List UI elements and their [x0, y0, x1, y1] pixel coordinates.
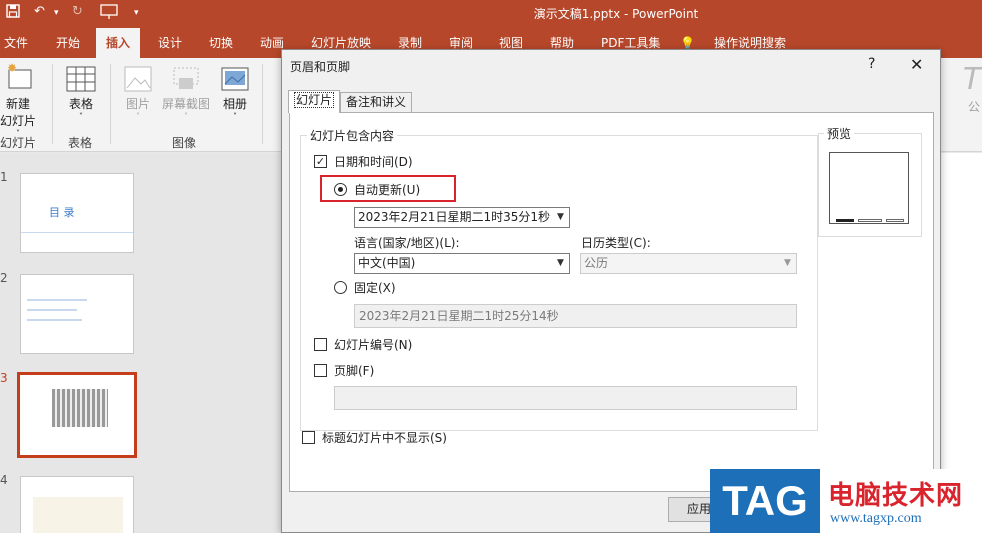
- slide-number: 1: [0, 170, 8, 184]
- date-time-checkbox[interactable]: ✓: [314, 155, 327, 168]
- slide-thumb-title: 目 录: [49, 206, 75, 219]
- tab-slide-label: 幻灯片: [294, 92, 335, 108]
- include-group-title: 幻灯片包含内容: [307, 127, 398, 144]
- help-icon[interactable]: ?: [868, 56, 875, 72]
- ribbon-separator: [52, 64, 53, 144]
- thumb-text-line: [27, 319, 82, 321]
- fixed-label: 固定(X): [354, 281, 396, 295]
- thumb-text-line: [27, 299, 87, 301]
- table-dropdown-icon: ˅: [79, 112, 83, 121]
- picture-button[interactable]: 图片 ˅: [120, 66, 156, 121]
- ribbon-separator: [262, 64, 263, 144]
- tab-design[interactable]: 设计: [148, 28, 192, 58]
- slide-thumbnail[interactable]: 目 录: [20, 173, 134, 253]
- watermark-url: www.tagxp.com: [830, 511, 922, 526]
- slide-number-checkbox[interactable]: [314, 338, 327, 351]
- slide-thumbnails-pane: 1 目 录 2 3 4: [0, 153, 160, 533]
- preview-slide: [829, 152, 909, 224]
- picture-label: 图片: [125, 97, 150, 111]
- tab-insert[interactable]: 插入: [96, 28, 141, 58]
- tab-notes-handouts[interactable]: 备注和讲义: [340, 92, 413, 112]
- album-dropdown-icon: ˅: [233, 112, 237, 121]
- header-footer-dialog: 页眉和页脚 ? ✕ 幻灯片 备注和讲义 幻灯片包含内容 ✓ 日期和时间(D) 自…: [281, 49, 941, 533]
- tab-file[interactable]: 文件: [0, 28, 38, 58]
- chevron-down-icon: ▼: [557, 212, 564, 222]
- preview-number-placeholder: [886, 219, 904, 222]
- auto-update-date-value: 2023年2月21日星期二1时35分1秒: [358, 210, 550, 224]
- new-slide-icon: ✸: [7, 61, 32, 89]
- watermark-logo: TAG: [710, 469, 820, 533]
- footer-checkbox[interactable]: [314, 364, 327, 377]
- watermark-site-name: 电脑技术网: [828, 481, 964, 511]
- slide-thumbnail-selected[interactable]: [17, 372, 137, 458]
- screenshot-button[interactable]: 屏幕截图 ˅: [160, 66, 212, 121]
- auto-update-date-select[interactable]: 2023年2月21日星期二1时35分1秒 ▼: [354, 207, 570, 228]
- new-slide-button[interactable]: ✸ 新建 幻灯片 ˅: [0, 61, 37, 138]
- calendar-type-value: 公历: [584, 256, 609, 270]
- language-select[interactable]: 中文(中国) ▼: [354, 253, 570, 274]
- group-label-images: 图像: [172, 136, 197, 150]
- thumb-image-block: [52, 389, 108, 427]
- calendar-type-select[interactable]: 公历 ▼: [580, 253, 797, 274]
- dialog-title: 页眉和页脚: [290, 60, 351, 74]
- equation-label: 公: [967, 100, 980, 114]
- language-value: 中文(中国): [358, 256, 416, 270]
- tab-home[interactable]: 开始: [46, 28, 90, 58]
- album-label: 相册: [222, 97, 247, 111]
- album-icon: [221, 67, 249, 91]
- watermark: TAG 电脑技术网 www.tagxp.com: [710, 469, 982, 533]
- footer-label: 页脚(F): [334, 364, 375, 378]
- picture-dropdown-icon: ˅: [136, 112, 140, 121]
- group-label-slides: 幻灯片: [0, 136, 37, 150]
- thumb-decor-line: [21, 232, 133, 238]
- chevron-down-icon: ▼: [784, 258, 791, 268]
- fixed-date-field[interactable]: 2023年2月21日星期二1时25分14秒: [354, 304, 797, 328]
- hide-on-title-slide-label: 标题幻灯片中不显示(S): [322, 431, 447, 445]
- table-icon: [66, 66, 96, 92]
- window-title: 演示文稿1.pptx - PowerPoint: [533, 7, 699, 21]
- table-button[interactable]: 表格 ˅: [62, 66, 100, 121]
- slide-number: 2: [0, 271, 8, 285]
- tab-transitions[interactable]: 切换: [199, 28, 243, 58]
- new-slide-label-2: 幻灯片: [0, 114, 37, 128]
- language-label: 语言(国家/地区)(L):: [354, 236, 460, 250]
- slide-number: 4: [0, 473, 8, 487]
- equation-icon[interactable]: T: [962, 62, 982, 97]
- preview-date-placeholder: [836, 219, 854, 222]
- screenshot-icon: [173, 67, 199, 89]
- calendar-type-label: 日历类型(C):: [581, 236, 651, 250]
- slide-number: 3: [0, 371, 8, 385]
- group-label-tables: 表格: [68, 136, 93, 150]
- slide-thumbnail[interactable]: [20, 476, 134, 533]
- fixed-radio[interactable]: [334, 281, 347, 294]
- thumb-chart-block: [33, 497, 123, 533]
- preview-footer-placeholder: [858, 219, 882, 222]
- close-icon[interactable]: ✕: [910, 55, 923, 74]
- date-time-label: 日期和时间(D): [334, 155, 413, 169]
- album-button[interactable]: 相册 ˅: [216, 66, 254, 121]
- new-slide-label-1: 新建: [5, 97, 30, 111]
- footer-text-field[interactable]: [334, 386, 797, 410]
- thumb-text-line: [27, 309, 77, 311]
- ribbon-separator: [110, 64, 111, 144]
- screenshot-label: 屏幕截图: [161, 97, 210, 111]
- table-label: 表格: [68, 97, 93, 111]
- auto-update-highlight: [320, 175, 456, 202]
- slide-thumbnail[interactable]: [20, 274, 134, 354]
- title-bar: ↶ ▾ ↻ ▾ 演示文稿1.pptx - PowerPoint: [0, 0, 982, 28]
- svg-text:✸: ✸: [7, 62, 17, 75]
- preview-title: 预览: [824, 125, 855, 142]
- chevron-down-icon: ▼: [557, 258, 564, 268]
- picture-icon: [124, 66, 152, 92]
- screenshot-dropdown-icon: ˅: [184, 112, 188, 121]
- tab-slide[interactable]: 幻灯片: [288, 90, 341, 113]
- hide-on-title-slide-checkbox[interactable]: [302, 431, 315, 444]
- slide-number-label: 幻灯片编号(N): [334, 338, 413, 352]
